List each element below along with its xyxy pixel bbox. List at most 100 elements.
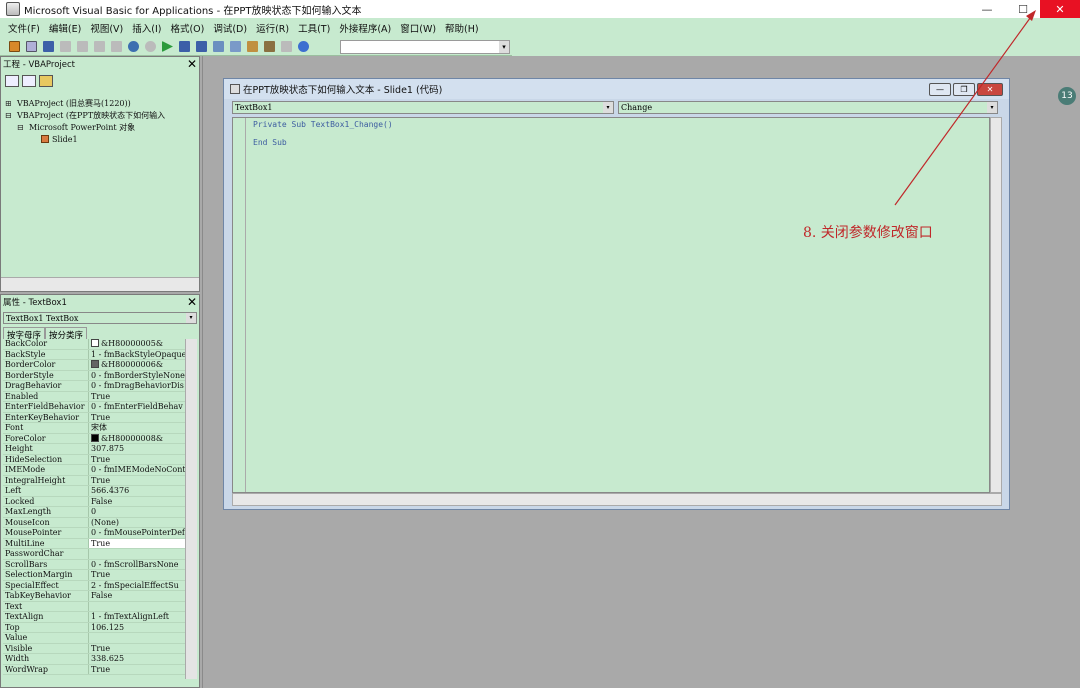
- object-selector[interactable]: TextBox1 TextBox ▾: [3, 312, 197, 324]
- property-value[interactable]: 0 - fmIMEModeNoContro: [89, 465, 185, 475]
- reset-icon[interactable]: [196, 41, 207, 52]
- property-row[interactable]: ScrollBars 0 - fmScrollBarsNone: [3, 559, 185, 570]
- menu-view[interactable]: 视图(V): [90, 21, 123, 35]
- property-row[interactable]: TextAlign 1 - fmTextAlignLeft: [3, 612, 185, 623]
- design-mode-icon[interactable]: [213, 41, 224, 52]
- property-row[interactable]: Left 566.4376: [3, 486, 185, 497]
- property-value[interactable]: 2 - fmSpecialEffectSu: [89, 581, 185, 591]
- property-value[interactable]: 1 - fmBackStyleOpaque: [89, 350, 185, 360]
- property-value[interactable]: True: [89, 570, 185, 580]
- menu-help[interactable]: 帮助(H): [445, 21, 479, 35]
- view-host-icon[interactable]: [9, 41, 20, 52]
- cut-icon[interactable]: [60, 41, 71, 52]
- property-value[interactable]: 宋体: [89, 423, 185, 433]
- find-icon[interactable]: [111, 41, 122, 52]
- property-row[interactable]: Height 307.875: [3, 444, 185, 455]
- property-row[interactable]: EnterKeyBehavior True: [3, 412, 185, 423]
- menu-format[interactable]: 格式(O): [170, 21, 204, 35]
- menu-edit[interactable]: 编辑(E): [49, 21, 81, 35]
- property-value[interactable]: &H80000005&: [89, 339, 185, 349]
- property-row[interactable]: DragBehavior 0 - fmDragBehaviorDis: [3, 381, 185, 392]
- property-row[interactable]: Width 338.625: [3, 654, 185, 665]
- property-value[interactable]: 0 - fmScrollBarsNone: [89, 560, 185, 570]
- collapse-icon[interactable]: ⊟: [5, 111, 17, 120]
- toolbox-icon[interactable]: [281, 41, 292, 52]
- property-value[interactable]: True: [89, 538, 185, 548]
- property-row[interactable]: ForeColor &H80000008&: [3, 433, 185, 444]
- undo-icon[interactable]: [128, 41, 139, 52]
- property-value[interactable]: 1 - fmTextAlignLeft: [89, 612, 185, 622]
- break-icon[interactable]: [179, 41, 190, 52]
- property-row[interactable]: SelectionMargin True: [3, 570, 185, 581]
- property-value[interactable]: 566.4376: [89, 486, 185, 496]
- property-value[interactable]: &H80000008&: [89, 433, 185, 444]
- tree-node-project-1[interactable]: ⊞ VBAProject (旧总赛马(1220)): [5, 97, 191, 109]
- property-row[interactable]: Top 106.125: [3, 622, 185, 633]
- property-value[interactable]: [89, 602, 185, 612]
- property-value[interactable]: False: [89, 497, 185, 507]
- property-row[interactable]: PasswordChar: [3, 549, 185, 560]
- property-row[interactable]: Enabled True: [3, 391, 185, 402]
- minimize-button[interactable]: —: [969, 0, 1005, 18]
- properties-window-icon[interactable]: [247, 41, 258, 52]
- property-row[interactable]: Value: [3, 633, 185, 644]
- property-value[interactable]: &H80000006&: [89, 360, 185, 370]
- property-row[interactable]: Text: [3, 601, 185, 612]
- property-row[interactable]: SpecialEffect 2 - fmSpecialEffectSu: [3, 580, 185, 591]
- code-editor[interactable]: Private Sub TextBox1_Change() End Sub: [232, 117, 990, 493]
- code-line[interactable]: End Sub: [253, 138, 287, 147]
- close-icon[interactable]: ✕: [187, 57, 197, 71]
- menu-file[interactable]: 文件(F): [8, 21, 40, 35]
- project-hscroll[interactable]: [1, 277, 199, 291]
- code-vscroll[interactable]: [990, 117, 1002, 493]
- property-value[interactable]: True: [89, 413, 185, 423]
- menu-debug[interactable]: 调试(D): [213, 21, 247, 35]
- code-close-button[interactable]: ✕: [977, 83, 1003, 96]
- tree-node-project-2[interactable]: ⊟ VBAProject (在PPT放映状态下如何输入: [5, 109, 191, 121]
- property-row[interactable]: MultiLine True: [3, 538, 185, 549]
- copy-icon[interactable]: [77, 41, 88, 52]
- property-row[interactable]: TabKeyBehavior False: [3, 591, 185, 602]
- property-value[interactable]: [89, 633, 185, 643]
- property-row[interactable]: HideSelection True: [3, 454, 185, 465]
- procedure-dropdown[interactable]: Change ▾: [618, 101, 998, 114]
- object-browser-icon[interactable]: [264, 41, 275, 52]
- property-value[interactable]: 0 - fmDragBehaviorDis: [89, 381, 185, 391]
- property-row[interactable]: Visible True: [3, 643, 185, 654]
- property-value[interactable]: True: [89, 644, 185, 654]
- property-row[interactable]: MaxLength 0: [3, 507, 185, 518]
- expand-icon[interactable]: ⊞: [5, 99, 17, 108]
- view-code-icon[interactable]: [5, 75, 19, 87]
- code-hscroll[interactable]: [232, 493, 1002, 506]
- property-row[interactable]: Font 宋体: [3, 423, 185, 434]
- property-value[interactable]: (None): [89, 518, 185, 528]
- view-object-icon[interactable]: [22, 75, 36, 87]
- collapse-icon[interactable]: ⊟: [17, 123, 29, 132]
- paste-icon[interactable]: [94, 41, 105, 52]
- property-row[interactable]: WordWrap True: [3, 664, 185, 675]
- property-value[interactable]: True: [89, 455, 185, 465]
- property-row[interactable]: IMEMode 0 - fmIMEModeNoContro: [3, 465, 185, 476]
- property-row[interactable]: BackColor &H80000005&: [3, 339, 185, 350]
- menu-tools[interactable]: 工具(T): [298, 21, 330, 35]
- code-line[interactable]: Private Sub TextBox1_Change(): [253, 120, 393, 129]
- toolbar-overflow[interactable]: ▾: [340, 40, 510, 54]
- project-explorer-icon[interactable]: [230, 41, 241, 52]
- property-value[interactable]: 0 - fmMousePointerDef: [89, 528, 185, 538]
- run-icon[interactable]: [162, 41, 173, 52]
- property-value[interactable]: 0 - fmEnterFieldBehav: [89, 402, 185, 412]
- property-value[interactable]: [89, 549, 185, 559]
- property-row[interactable]: Locked False: [3, 496, 185, 507]
- menu-run[interactable]: 运行(R): [256, 21, 289, 35]
- menu-insert[interactable]: 插入(I): [132, 21, 161, 35]
- maximize-button[interactable]: ☐: [1005, 0, 1041, 18]
- property-value[interactable]: 0: [89, 507, 185, 517]
- toggle-folders-icon[interactable]: [39, 75, 53, 87]
- close-icon[interactable]: ✕: [187, 295, 197, 309]
- object-dropdown[interactable]: TextBox1 ▾: [232, 101, 614, 114]
- menu-addins[interactable]: 外接程序(A): [339, 21, 391, 35]
- property-value[interactable]: 0 - fmBorderStyleNone: [89, 371, 185, 381]
- property-value[interactable]: 307.875: [89, 444, 185, 454]
- tree-node-slide1[interactable]: Slide1: [5, 133, 191, 145]
- property-value[interactable]: True: [89, 665, 185, 675]
